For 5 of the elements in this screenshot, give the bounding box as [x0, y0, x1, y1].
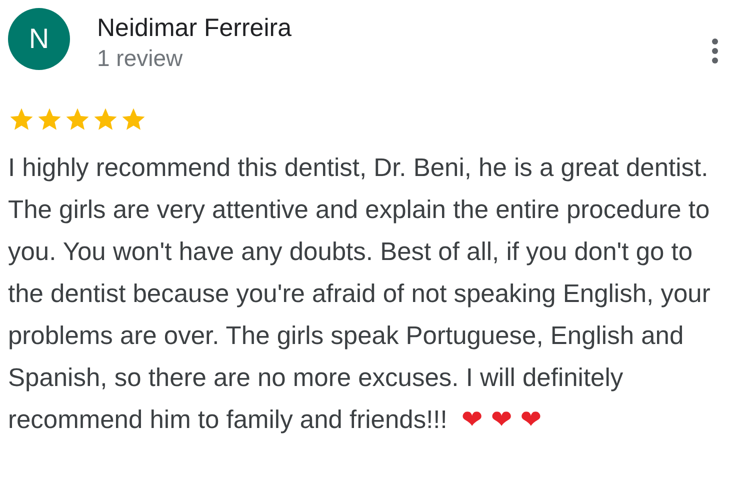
review-text: I highly recommend this dentist, Dr. Beni, he is a great dentist. The girls are very attentive and explain the entire procedure to you. You won't have any doubts. Best of all, if you don't go to the dentist because you're afraid of not speaking English, your problems are over. The girls speak Portuguese, English and Spanish, so there are no more excuses. I will definitely recommend him to family and friends!!! ❤ ❤ ❤	[8, 154, 710, 434]
reviewer-name: Neidimar Ferreira	[97, 14, 292, 43]
more-options-icon[interactable]	[711, 38, 719, 64]
avatar: N	[8, 8, 70, 70]
review-count: 1 review	[97, 45, 184, 72]
